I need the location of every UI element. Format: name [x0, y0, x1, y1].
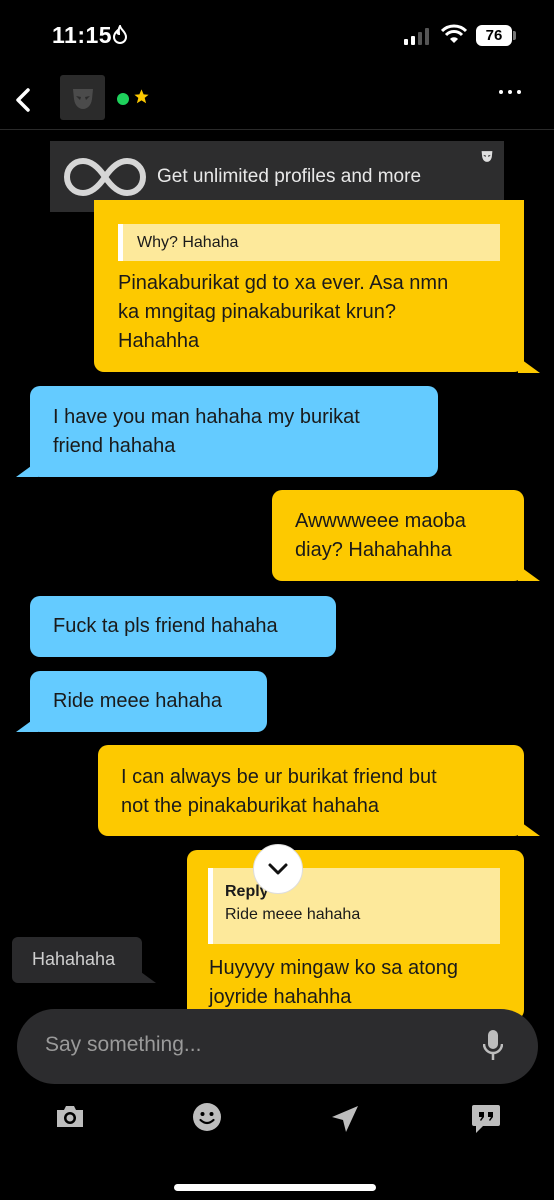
- infinity-icon: [63, 157, 147, 197]
- signal-icon: [404, 27, 429, 45]
- reply-quote: Why? Hahaha: [118, 224, 500, 261]
- star-icon: [134, 89, 149, 104]
- reply-quote: Reply Ride meee hahaha: [208, 868, 500, 944]
- message-outgoing[interactable]: Reply Ride meee hahaha Huyyyy mingaw ko …: [187, 850, 524, 1020]
- grindr-mask-icon: [481, 151, 493, 162]
- home-indicator: [174, 1184, 376, 1191]
- message-outgoing[interactable]: Awwwweee maoba diay? Hahahahha: [272, 490, 524, 581]
- smiley-icon[interactable]: [192, 1102, 222, 1132]
- bubble-tail: [518, 820, 540, 836]
- message-text: Pinakaburikat gd to xa ever. Asa nmn ka …: [118, 272, 449, 352]
- message-text: Ride meee hahaha: [53, 690, 223, 712]
- message-text: I have you man hahaha my burikat friend …: [53, 406, 360, 457]
- chat-header: [0, 72, 554, 130]
- message-incoming[interactable]: I have you man hahaha my burikat friend …: [30, 386, 438, 477]
- send-location-icon[interactable]: [330, 1104, 360, 1134]
- bubble-tail: [16, 716, 38, 732]
- grindr-mask-icon: [72, 88, 93, 109]
- wifi-icon: [441, 24, 467, 43]
- microphone-icon[interactable]: [483, 1029, 503, 1063]
- message-outgoing[interactable]: Why? Hahaha Pinakaburikat gd to xa ever.…: [94, 200, 524, 372]
- message-text: Awwwweee maoba diay? Hahahahha: [295, 510, 466, 561]
- banner-text: Get unlimited profiles and more: [157, 166, 422, 187]
- message-input[interactable]: Say something...: [17, 1009, 538, 1084]
- message-incoming[interactable]: Hahahaha: [12, 937, 142, 983]
- scroll-to-bottom-button[interactable]: [253, 844, 303, 894]
- battery-tip: [513, 31, 516, 40]
- message-outgoing[interactable]: I can always be ur burikat friend but no…: [98, 745, 524, 836]
- avatar[interactable]: [60, 75, 105, 120]
- bubble-tail: [16, 461, 38, 477]
- chevron-down-icon: [268, 863, 288, 875]
- message-input-placeholder: Say something...: [45, 1033, 202, 1056]
- reply-quote-text: Ride meee hahaha: [225, 906, 361, 923]
- back-chevron-icon: [16, 88, 30, 112]
- message-text: Huyyyy mingaw ko sa atong joyride hahahh…: [209, 957, 459, 1008]
- reply-quote-text: Why? Hahaha: [137, 234, 239, 251]
- status-bar: 11:15 76: [0, 0, 554, 72]
- status-time: 11:15: [52, 22, 113, 48]
- bubble-tail: [518, 357, 540, 373]
- saved-phrases-icon[interactable]: [470, 1103, 502, 1135]
- back-button[interactable]: [8, 78, 38, 118]
- battery-indicator: 76: [476, 25, 512, 46]
- camera-icon[interactable]: [54, 1101, 86, 1131]
- more-icon: [499, 90, 503, 94]
- message-incoming[interactable]: Fuck ta pls friend hahaha: [30, 596, 336, 657]
- more-options-button[interactable]: [499, 90, 521, 94]
- message-text: Hahahaha: [32, 949, 116, 969]
- message-text: Fuck ta pls friend hahaha: [53, 615, 278, 637]
- flame-icon: [112, 25, 128, 44]
- bubble-tail: [518, 565, 540, 581]
- bubble-tail: [134, 967, 156, 983]
- message-text: I can always be ur burikat friend but no…: [121, 766, 437, 817]
- online-status-dot: [117, 93, 129, 105]
- message-incoming[interactable]: Ride meee hahaha: [30, 671, 267, 732]
